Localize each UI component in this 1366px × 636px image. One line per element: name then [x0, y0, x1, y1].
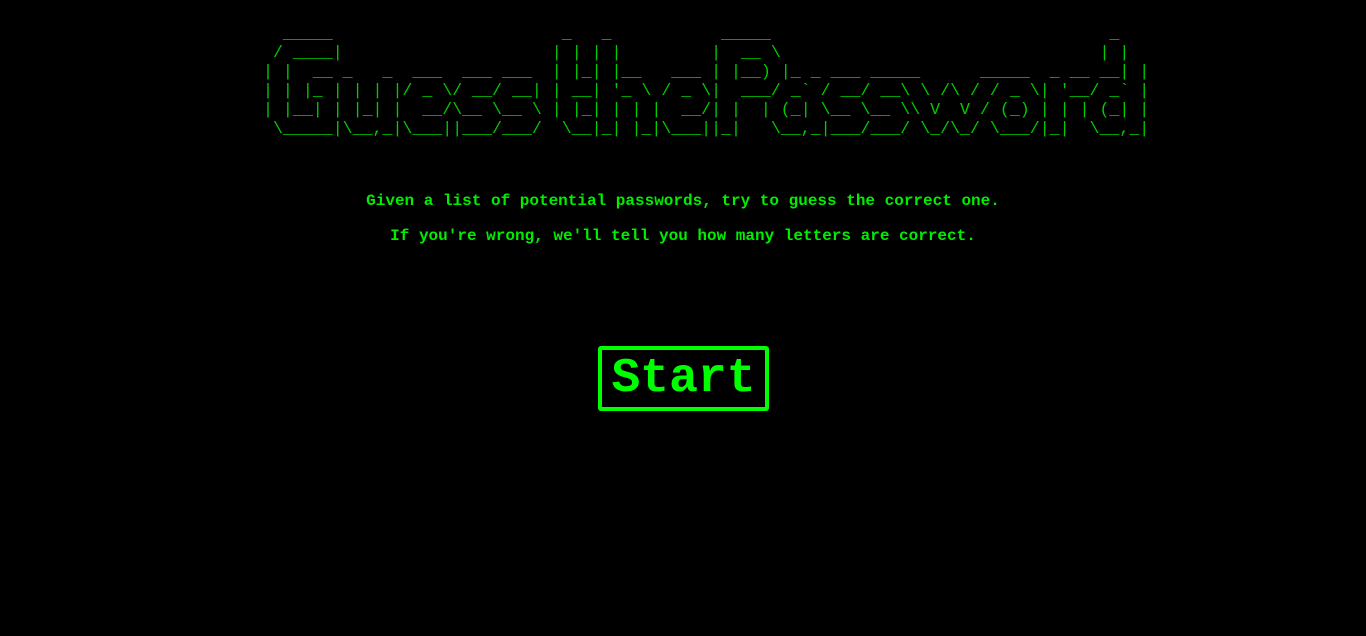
hint-text: If you're wrong, we'll tell you how many…: [390, 227, 976, 245]
start-button[interactable]: Start: [598, 346, 769, 411]
game-title-ascii-art: _____ _ _ _____ _ / ____| | | | | | __ \…: [263, 24, 1150, 138]
intro-text: Given a list of potential passwords, try…: [366, 192, 1000, 210]
